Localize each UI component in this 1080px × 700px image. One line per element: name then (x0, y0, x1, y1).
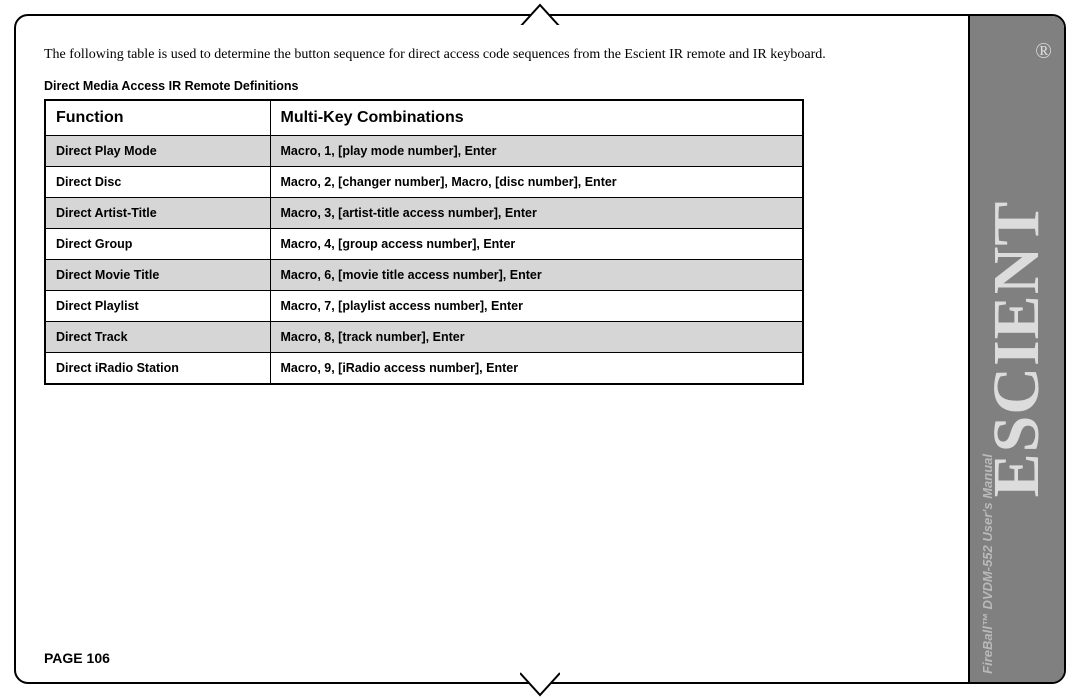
cell-combo: Macro, 3, [artist-title access number], … (270, 197, 803, 228)
table-row: Direct DiscMacro, 2, [changer number], M… (45, 166, 803, 197)
outer-frame: The following table is used to determine… (14, 14, 1066, 684)
table-row: Direct Artist-TitleMacro, 3, [artist-tit… (45, 197, 803, 228)
header-function: Function (45, 100, 270, 136)
table-row: Direct iRadio StationMacro, 9, [iRadio a… (45, 352, 803, 384)
cell-function: Direct Playlist (45, 290, 270, 321)
cell-function: Direct Group (45, 228, 270, 259)
manual-title: FireBall™ DVDM-552 User's Manual (980, 454, 995, 674)
cell-combo: Macro, 4, [group access number], Enter (270, 228, 803, 259)
frame-notch-bottom (520, 672, 560, 698)
table-row: Direct Play ModeMacro, 1, [play mode num… (45, 135, 803, 166)
table-header-row: Function Multi-Key Combinations (45, 100, 803, 136)
cell-combo: Macro, 7, [playlist access number], Ente… (270, 290, 803, 321)
definitions-table: Function Multi-Key Combinations Direct P… (44, 99, 804, 385)
cell-function: Direct Track (45, 321, 270, 352)
cell-function: Direct Play Mode (45, 135, 270, 166)
table-title: Direct Media Access IR Remote Definition… (44, 79, 940, 93)
cell-function: Direct Disc (45, 166, 270, 197)
table-row: Direct TrackMacro, 8, [track number], En… (45, 321, 803, 352)
frame-notch-top (520, 0, 560, 26)
cell-function: Direct iRadio Station (45, 352, 270, 384)
table-row: Direct GroupMacro, 4, [group access numb… (45, 228, 803, 259)
cell-combo: Macro, 9, [iRadio access number], Enter (270, 352, 803, 384)
header-combo: Multi-Key Combinations (270, 100, 803, 136)
cell-combo: Macro, 8, [track number], Enter (270, 321, 803, 352)
page-root: The following table is used to determine… (0, 0, 1080, 698)
table-row: Direct Movie TitleMacro, 6, [movie title… (45, 259, 803, 290)
cell-function: Direct Artist-Title (45, 197, 270, 228)
cell-combo: Macro, 6, [movie title access number], E… (270, 259, 803, 290)
cell-function: Direct Movie Title (45, 259, 270, 290)
intro-text: The following table is used to determine… (44, 46, 940, 65)
registered-trademark-icon: ® (1035, 38, 1052, 64)
cell-combo: Macro, 1, [play mode number], Enter (270, 135, 803, 166)
brand-sidebar: ® ESCIENT FireBall™ DVDM-552 User's Manu… (968, 16, 1064, 682)
cell-combo: Macro, 2, [changer number], Macro, [disc… (270, 166, 803, 197)
page-number: PAGE 106 (44, 650, 110, 666)
content-area: The following table is used to determine… (16, 16, 968, 682)
table-row: Direct PlaylistMacro, 7, [playlist acces… (45, 290, 803, 321)
